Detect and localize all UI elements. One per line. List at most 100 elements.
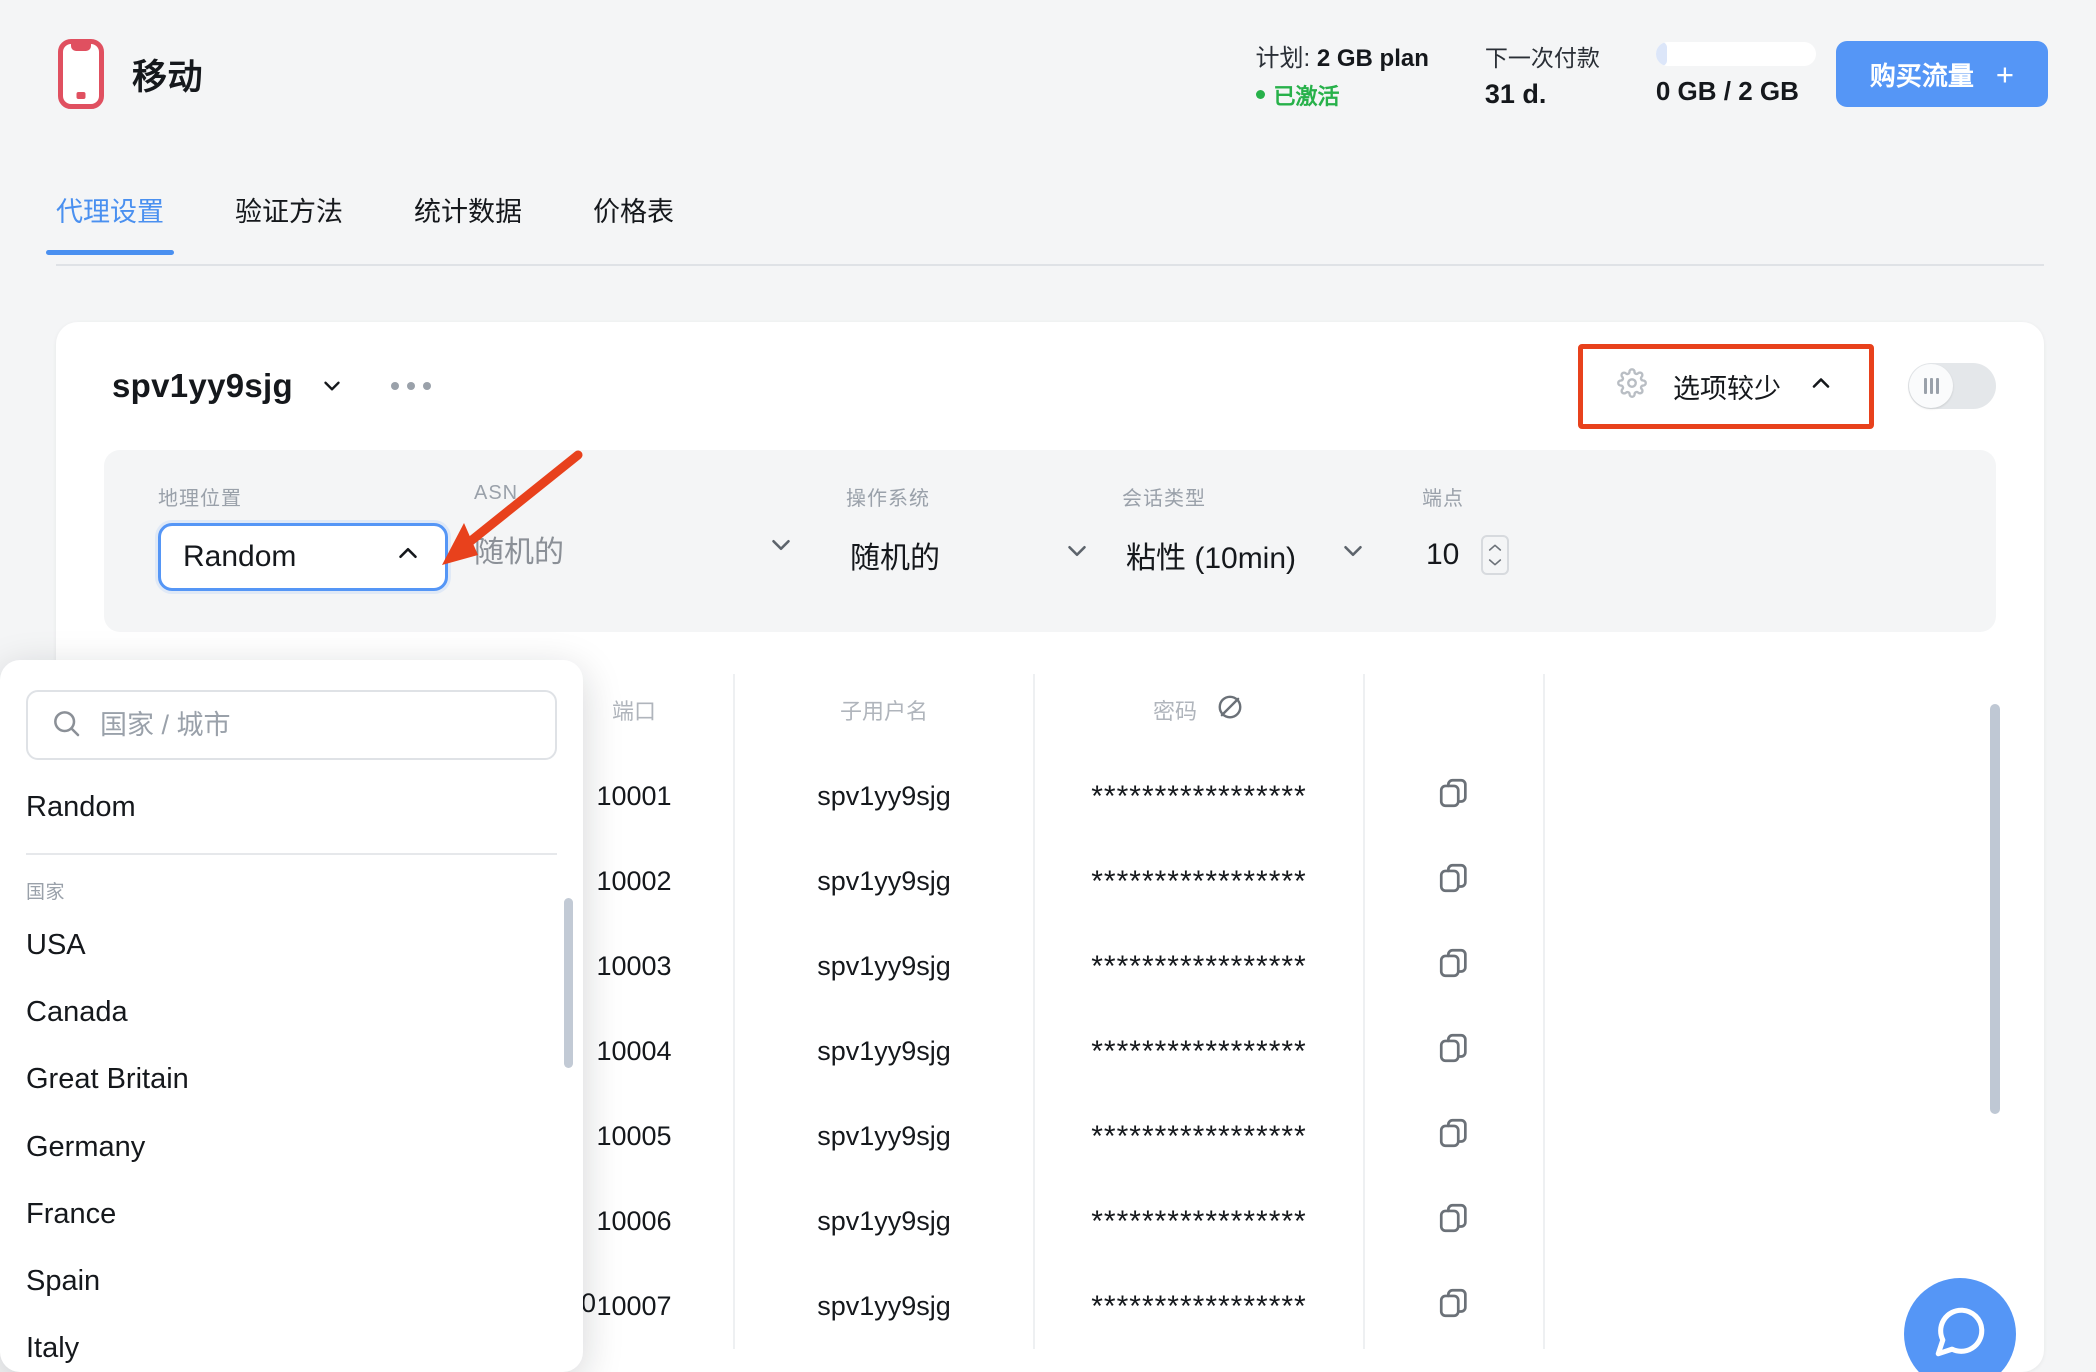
cell-spacer bbox=[1544, 1179, 1996, 1264]
session-type-label: 会话类型 bbox=[1122, 488, 1206, 510]
geo-field: 地理位置 Random bbox=[158, 482, 448, 591]
status-badge: 已激活 bbox=[1255, 79, 1429, 111]
col-copy-header bbox=[1364, 674, 1545, 754]
session-chevron-down-icon bbox=[1338, 536, 1368, 574]
tab-statistics[interactable]: 统计数据 bbox=[414, 190, 522, 255]
geo-option-great-britain[interactable]: Great Britain bbox=[0, 1046, 583, 1113]
cell-copy bbox=[1364, 839, 1545, 924]
cell-password: ***************** bbox=[1034, 754, 1365, 839]
copy-icon[interactable] bbox=[1437, 1201, 1471, 1242]
geo-option-italy[interactable]: Italy bbox=[0, 1315, 583, 1372]
geo-chevron-up-icon bbox=[393, 538, 423, 576]
next-payment-value: 31 d. bbox=[1484, 78, 1547, 109]
cell-password: ***************** bbox=[1034, 1179, 1365, 1264]
cell-username: spv1yy9sjg bbox=[734, 1009, 1035, 1094]
geo-option-france[interactable]: France bbox=[0, 1181, 583, 1248]
table-vertical-scrollbar[interactable] bbox=[1990, 704, 2000, 1114]
proxy-more-menu-icon[interactable] bbox=[390, 382, 431, 390]
cell-username: spv1yy9sjg bbox=[734, 754, 1035, 839]
copy-icon[interactable] bbox=[1437, 1116, 1471, 1157]
session-type-value: 粘性 (10min) bbox=[1126, 542, 1297, 575]
copy-icon[interactable] bbox=[1437, 776, 1471, 817]
tab-auth-method[interactable]: 验证方法 bbox=[235, 190, 343, 255]
proxy-name: spv1yy9sjg bbox=[112, 367, 293, 404]
geo-option-germany[interactable]: Germany bbox=[0, 1114, 583, 1181]
page-title: 移动 bbox=[132, 57, 204, 97]
copy-icon[interactable] bbox=[1437, 1031, 1471, 1072]
app-header: 移动 计划: 2 GB plan 已激活 下一次付款 31 d. 0 GB / … bbox=[0, 0, 2096, 148]
cell-password: ***************** bbox=[1034, 1009, 1365, 1094]
status-dot-icon bbox=[1255, 90, 1265, 99]
annotation-rectangle: 选项较少 bbox=[1578, 343, 1874, 429]
tab-bar: 代理设置 验证方法 统计数据 价格表 bbox=[0, 190, 2096, 264]
chevron-up-icon bbox=[1807, 369, 1835, 404]
geo-dropdown-panel: Random 国家 USACanadaGreat BritainGermanyF… bbox=[0, 660, 583, 1372]
cell-spacer bbox=[1544, 839, 1996, 924]
copy-icon[interactable] bbox=[1437, 861, 1471, 902]
cell-password: ***************** bbox=[1034, 924, 1365, 1009]
tab-underline bbox=[56, 264, 2044, 266]
os-field: 操作系统 随机的 bbox=[846, 482, 1096, 587]
proxy-name-chevron-down-icon[interactable] bbox=[319, 373, 345, 399]
cell-password: ***************** bbox=[1034, 1094, 1365, 1179]
mobile-phone-icon bbox=[58, 39, 104, 109]
next-payment-label: 下一次付款 bbox=[1484, 44, 1600, 71]
cell-copy bbox=[1364, 1179, 1545, 1264]
proxy-enable-toggle[interactable] bbox=[1908, 363, 1996, 409]
card-header-actions: 选项较少 bbox=[1578, 343, 1996, 429]
geo-option-random[interactable]: Random bbox=[0, 760, 583, 849]
cell-copy bbox=[1364, 1094, 1545, 1179]
buy-traffic-button[interactable]: 购买流量 + bbox=[1835, 41, 2048, 107]
tab-pricing[interactable]: 价格表 bbox=[593, 190, 674, 255]
plus-icon: + bbox=[1995, 56, 2014, 92]
usage-progress-fill bbox=[1655, 41, 1668, 66]
col-password-label: 密码 bbox=[1152, 699, 1197, 724]
geo-options-list: Random 国家 USA Canada Great Britain Germany F… bbox=[0, 760, 583, 1372]
session-type-field: 会话类型 粘性 (10min) bbox=[1122, 482, 1372, 587]
geo-option-spain[interactable]: Spain bbox=[0, 1248, 583, 1315]
col-username-header: 子用户名 bbox=[734, 674, 1035, 754]
tab-proxy-settings[interactable]: 代理设置 bbox=[46, 190, 174, 255]
asn-select[interactable]: 随机的 bbox=[470, 517, 800, 581]
asn-value: 随机的 bbox=[474, 536, 564, 569]
cell-spacer bbox=[1544, 1094, 1996, 1179]
search-input[interactable] bbox=[100, 709, 533, 741]
geo-label: 地理位置 bbox=[158, 488, 242, 510]
col-spacer-header bbox=[1544, 674, 1996, 754]
fewer-options-label: 选项较少 bbox=[1673, 373, 1781, 404]
asn-field: ASN 随机的 bbox=[470, 482, 800, 581]
plan-info: 计划: 2 GB plan 已激活 bbox=[1255, 38, 1485, 111]
cell-copy bbox=[1364, 1009, 1545, 1094]
geo-option-canada[interactable]: Canada bbox=[0, 979, 583, 1046]
chat-bubble-icon bbox=[1931, 1303, 1989, 1366]
geo-select[interactable]: Random bbox=[158, 523, 448, 591]
cell-spacer bbox=[1544, 1009, 1996, 1094]
header-right: 计划: 2 GB plan 已激活 下一次付款 31 d. 0 GB / 2 G… bbox=[1255, 38, 2048, 111]
brand: 移动 bbox=[58, 39, 203, 109]
geo-option-usa[interactable]: USA bbox=[0, 912, 583, 979]
fewer-options-button[interactable]: 选项较少 bbox=[1591, 354, 1861, 418]
session-type-select[interactable]: 粘性 (10min) bbox=[1122, 523, 1372, 587]
cell-username: spv1yy9sjg bbox=[734, 1179, 1035, 1264]
plan-label: 计划: bbox=[1255, 44, 1311, 72]
geo-dropdown-scrollbar[interactable] bbox=[564, 898, 573, 1068]
os-chevron-down-icon bbox=[1062, 536, 1092, 574]
usage-progress-bar bbox=[1655, 41, 1816, 66]
eye-off-icon[interactable] bbox=[1215, 692, 1245, 728]
geo-section-countries-label: 国家 bbox=[26, 882, 66, 904]
asn-label: ASN bbox=[474, 482, 519, 504]
cell-username: spv1yy9sjg bbox=[734, 839, 1035, 924]
geo-value: Random bbox=[183, 540, 297, 573]
proxy-options-strip: 地理位置 Random ASN 随机的 操作系统 随机的 会话类型 粘性 (10… bbox=[104, 450, 1996, 632]
plan-value: 2 GB plan bbox=[1316, 44, 1429, 72]
quantity-stepper[interactable] bbox=[1481, 535, 1510, 575]
endpoints-field: 端点 10 bbox=[1422, 482, 1552, 587]
os-label: 操作系统 bbox=[846, 488, 930, 510]
os-select[interactable]: 随机的 bbox=[846, 523, 1096, 587]
copy-icon[interactable] bbox=[1437, 946, 1471, 987]
traffic-usage: 0 GB / 2 GB bbox=[1655, 41, 1836, 107]
toggle-knob bbox=[1909, 364, 1953, 408]
status-label: 已激活 bbox=[1273, 83, 1340, 109]
os-value: 随机的 bbox=[850, 542, 940, 575]
card-header: spv1yy9sjg 选项较少 bbox=[56, 322, 2044, 450]
